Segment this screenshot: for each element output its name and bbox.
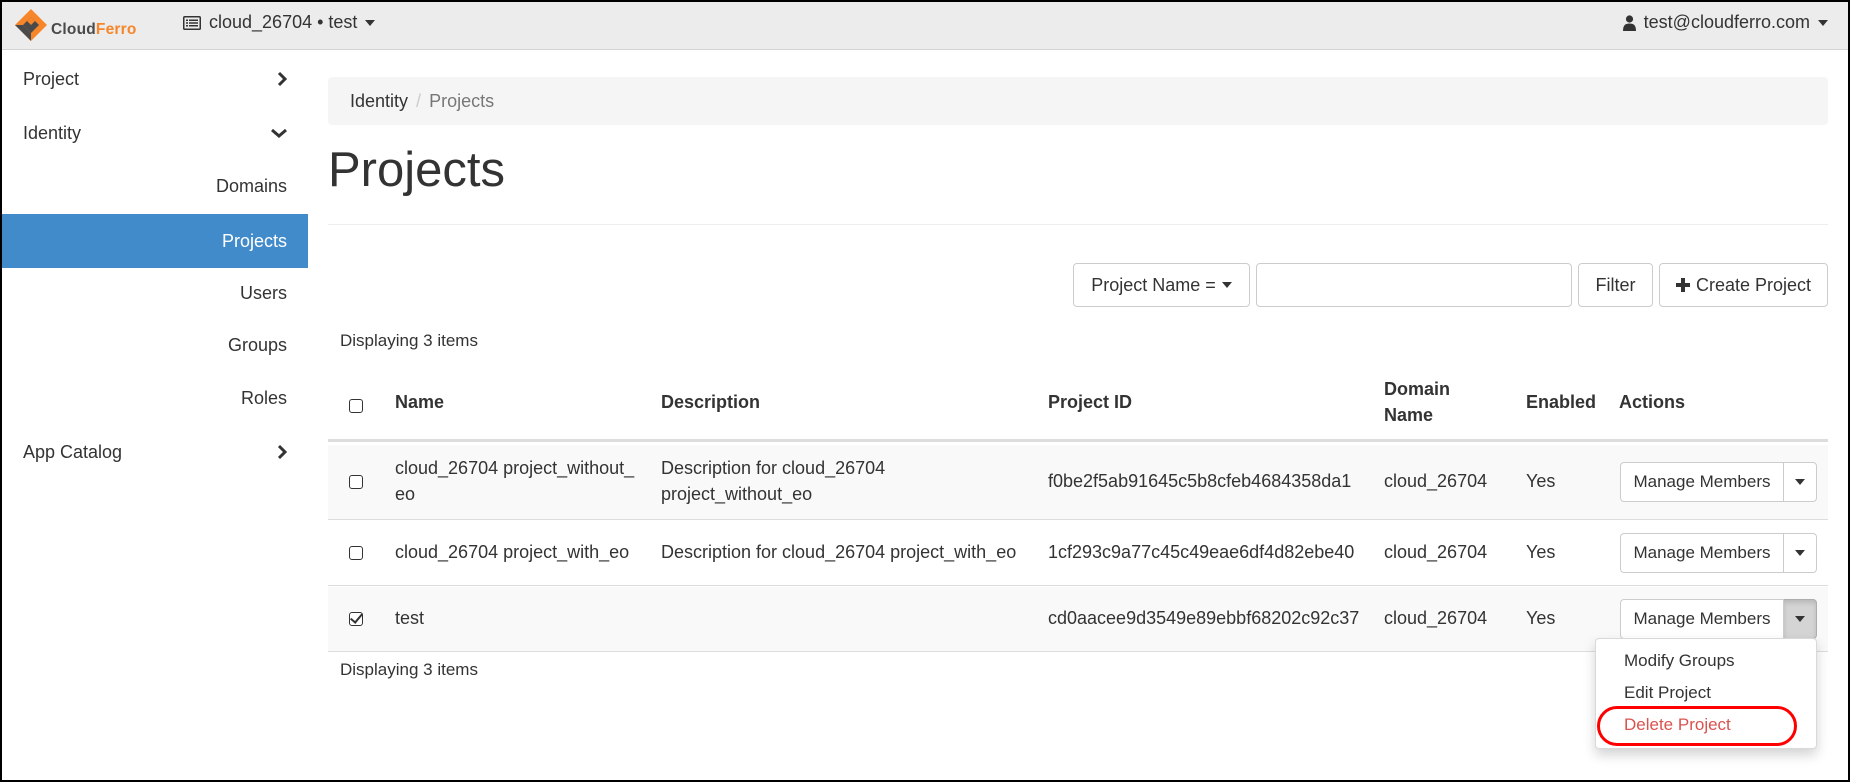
sidebar-item-domains[interactable]: Domains [0,159,308,213]
cell-project-id: cd0aacee9d3549e89ebbf68202c92c37 [1048,608,1360,628]
manage-members-button[interactable]: Manage Members [1620,533,1784,573]
cell-enabled: Yes [1526,542,1556,562]
chevron-right-icon [277,444,288,460]
cell-description-line1: Description for cloud_26704 [661,458,886,478]
row-checkbox[interactable] [349,475,363,489]
cell-name-line2: eo [395,484,416,504]
cloudferro-logo[interactable]: CloudFerro [14,7,154,43]
row-actions: Manage Members [1620,533,1817,573]
manage-members-button[interactable]: Manage Members [1620,599,1784,639]
row-actions-dropdown-menu: Modify Groups Edit Project Delete Projec… [1595,638,1817,749]
filter-field-label: Project Name = [1091,274,1216,295]
breadcrumb-identity[interactable]: Identity [350,91,408,111]
logo-text-ferro: Ferro [95,21,137,38]
sidebar-section-identity[interactable]: Identity [23,118,288,148]
sidebar-item-projects[interactable]: Projects [0,214,308,268]
caret-down-icon [1221,282,1232,288]
column-header-enabled[interactable]: Enabled [1526,389,1596,415]
cell-description-line2: project_without_eo [661,484,813,504]
cell-project-id: 1cf293c9a77c45c49eae6df4d82ebe40 [1048,542,1355,562]
domain-header-line2: Name [1384,405,1434,425]
chevron-right-icon [277,71,288,87]
cell-description: Description for cloud_26704 project_with… [661,542,1017,562]
column-header-description[interactable]: Description [661,389,760,415]
sidebar-section-project[interactable]: Project [23,64,288,94]
user-menu[interactable]: test@cloudferro.com [1622,12,1828,33]
breadcrumb-separator: / [416,91,422,111]
chevron-down-icon [271,128,287,138]
menu-item-delete-project[interactable]: Delete Project [1624,715,1731,735]
caret-down-icon [1818,19,1828,26]
cell-name[interactable]: cloud_26704 project_without_ eo [395,455,634,507]
column-header-actions: Actions [1619,392,1686,412]
cell-name-line1: cloud_26704 project_without_ [395,458,635,478]
actions-dropdown-toggle[interactable] [1784,462,1817,502]
breadcrumb: Identity / Projects [328,77,1828,125]
row-checkbox[interactable] [349,546,363,560]
sidebar-section-label: Project [23,68,80,89]
menu-item-edit-project[interactable]: Edit Project [1624,683,1711,703]
caret-down-icon [1795,550,1805,556]
row-actions: Manage Members [1620,462,1817,502]
sidebar-item-users[interactable]: Users [0,266,308,320]
user-icon [1622,14,1636,31]
row-checkbox-checked[interactable] [349,612,363,626]
cell-domain: cloud_26704 [1384,471,1488,491]
create-project-button[interactable]: Create Project [1659,263,1828,307]
caret-down-icon [1795,616,1805,622]
sidebar: Project Identity Domains Projects Users … [0,51,308,780]
server-list-icon [183,15,201,30]
top-navbar: CloudFerro cloud_26704 • test test@cloud… [0,0,1850,50]
title-divider [328,224,1828,225]
table-header: Name Description Project ID Domain Name … [328,371,1828,442]
logo-text-cloud: Cloud [51,21,96,38]
filter-input[interactable] [1256,263,1572,307]
context-label: cloud_26704 • test [209,12,358,32]
cell-domain: cloud_26704 [1384,542,1488,562]
plus-icon [1675,278,1690,292]
table-row: cloud_26704 project_without_ eo Descript… [328,445,1828,520]
filter-button[interactable]: Filter [1578,263,1653,307]
sidebar-section-label: App Catalog [23,441,123,462]
cell-project-id: f0be2f5ab91645c5b8cfeb4684358da1 [1048,471,1352,491]
caret-down-icon [365,19,376,26]
cell-enabled: Yes [1526,608,1556,628]
caret-down-icon [1795,479,1805,485]
items-count-bottom: Displaying 3 items [340,660,478,679]
create-project-label: Create Project [1695,274,1812,295]
cell-name[interactable]: test [395,605,424,631]
column-header-name[interactable]: Name [395,389,444,415]
menu-item-modify-groups[interactable]: Modify Groups [1624,651,1735,671]
cell-enabled: Yes [1526,471,1556,491]
actions-dropdown-toggle-open[interactable] [1784,599,1817,639]
breadcrumb-projects: Projects [429,91,495,111]
user-email: test@cloudferro.com [1643,12,1810,32]
cell-name[interactable]: cloud_26704 project_with_eo [395,539,629,565]
project-context-switcher[interactable]: cloud_26704 • test [183,12,376,33]
items-count-top: Displaying 3 items [340,331,478,350]
actions-dropdown-toggle[interactable] [1784,533,1817,573]
cloudferro-logo-icon [15,9,47,41]
page-title: Projects [328,143,506,197]
cell-description: Description for cloud_26704 project_with… [661,455,885,507]
sidebar-item-groups[interactable]: Groups [0,318,308,372]
column-header-domain-name[interactable]: Domain Name [1384,376,1450,428]
logo-text: CloudFerro [51,21,137,39]
manage-members-button[interactable]: Manage Members [1620,462,1784,502]
select-all-checkbox[interactable] [349,399,363,413]
sidebar-item-roles[interactable]: Roles [0,371,308,425]
filter-button-label: Filter [1595,274,1636,295]
filter-field-dropdown[interactable]: Project Name = [1073,263,1250,307]
column-header-project-id[interactable]: Project ID [1048,389,1132,415]
row-actions: Manage Members [1620,599,1817,639]
cell-domain: cloud_26704 [1384,608,1488,628]
table-row: cloud_26704 project_with_eo Description … [328,521,1828,586]
sidebar-section-app-catalog[interactable]: App Catalog [23,437,288,467]
domain-header-line1: Domain [1384,379,1451,399]
sidebar-section-label: Identity [23,122,82,143]
